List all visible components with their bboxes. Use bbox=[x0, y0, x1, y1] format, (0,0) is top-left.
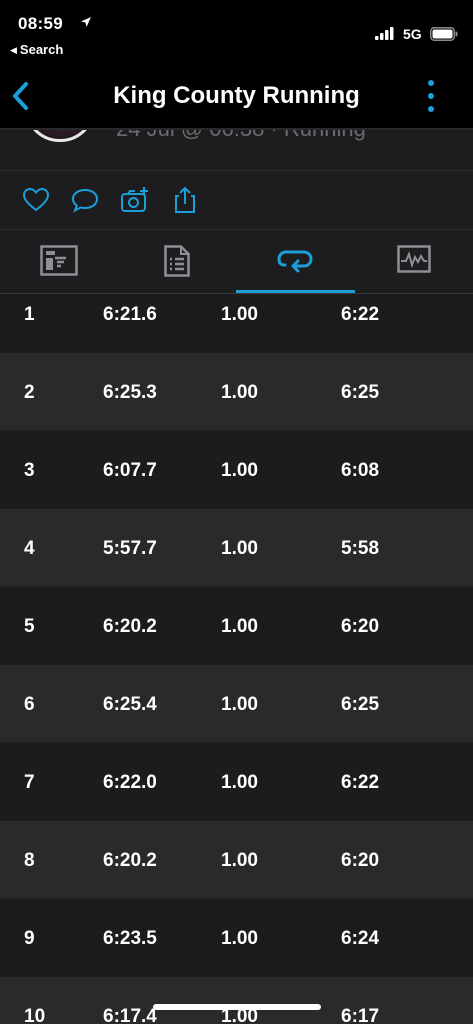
lap-time: 5:57.7 bbox=[103, 538, 157, 559]
lap-number: 4 bbox=[24, 538, 35, 559]
lap-time: 6:20.2 bbox=[103, 850, 157, 871]
chart-pulse-icon bbox=[397, 245, 431, 273]
lap-time: 6:21.6 bbox=[103, 304, 157, 325]
status-time: 08:59 bbox=[18, 14, 63, 33]
social-actions-bar bbox=[0, 171, 473, 230]
lap-pace: 5:58 bbox=[341, 538, 380, 559]
tab-overview[interactable] bbox=[0, 230, 118, 293]
lap-distance: 1.00 bbox=[221, 304, 258, 325]
lap-number: 5 bbox=[24, 616, 35, 637]
location-arrow-icon bbox=[81, 17, 91, 27]
lap-pace: 6:22 bbox=[341, 772, 380, 793]
lap-pace: 6:25 bbox=[341, 382, 380, 403]
lap-row[interactable]: 7 6:22.0 1.00 6:22 bbox=[0, 743, 473, 821]
lap-distance: 1.00 bbox=[221, 850, 258, 871]
lap-number: 6 bbox=[24, 694, 35, 715]
lap-time: 6:22.0 bbox=[103, 772, 157, 793]
document-icon bbox=[164, 245, 190, 277]
lap-row[interactable]: 8 6:20.2 1.00 6:20 bbox=[0, 821, 473, 899]
laps-list: 1 6:21.6 1.00 6:22 2 6:25.3 1.00 6:25 3 6:07.7 1.0… bbox=[0, 294, 473, 1024]
lap-time: 6:17.4 bbox=[103, 1006, 157, 1024]
like-icon[interactable] bbox=[21, 185, 51, 215]
lap-row[interactable]: 1 6:21.6 1.00 6:22 bbox=[0, 294, 473, 353]
lap-distance: 1.00 bbox=[221, 460, 258, 481]
back-triangle-icon: ◀ bbox=[10, 45, 17, 55]
lap-pace: 6:22 bbox=[341, 304, 380, 325]
lap-row[interactable]: 2 6:25.3 1.00 6:25 bbox=[0, 353, 473, 431]
lap-pace: 6:08 bbox=[341, 460, 380, 481]
activity-screen: 08:59 ◀ Search 5G King County Running 1 … bbox=[0, 0, 473, 1024]
lap-number: 2 bbox=[24, 382, 35, 403]
lap-row[interactable]: 3 6:07.7 1.00 6:08 bbox=[0, 431, 473, 509]
lap-row[interactable]: 5 6:20.2 1.00 6:20 bbox=[0, 587, 473, 665]
navigation-bar: King County Running bbox=[0, 64, 473, 130]
page-title: King County Running bbox=[113, 82, 360, 109]
lap-number: 7 bbox=[24, 772, 35, 793]
tab-charts[interactable] bbox=[355, 230, 473, 293]
overview-icon bbox=[40, 245, 78, 276]
lap-number: 10 bbox=[24, 1006, 46, 1024]
lap-pace: 6:17 bbox=[341, 1006, 380, 1024]
lap-row[interactable]: 6 6:25.4 1.00 6:25 bbox=[0, 665, 473, 743]
lap-time: 6:25.3 bbox=[103, 382, 157, 403]
comment-icon[interactable] bbox=[70, 185, 100, 215]
lap-time: 6:25.4 bbox=[103, 694, 157, 715]
avatar[interactable] bbox=[24, 130, 96, 142]
lap-time: 6:07.7 bbox=[103, 460, 157, 481]
activity-meta: 24 Jul @ 06:38 · Running bbox=[116, 130, 366, 142]
lap-number: 3 bbox=[24, 460, 35, 481]
lap-pace: 6:20 bbox=[341, 616, 380, 637]
home-indicator bbox=[153, 1004, 321, 1010]
lap-number: 1 bbox=[24, 304, 35, 325]
more-options-icon[interactable] bbox=[424, 78, 438, 114]
lap-distance: 1.00 bbox=[221, 616, 258, 637]
back-search-label: Search bbox=[19, 42, 64, 57]
activity-tabs bbox=[0, 230, 473, 294]
back-to-search-link[interactable]: ◀ Search bbox=[10, 42, 63, 57]
tab-details[interactable] bbox=[118, 230, 236, 293]
share-icon[interactable] bbox=[170, 185, 200, 215]
add-photo-icon[interactable] bbox=[120, 185, 150, 215]
laps-loop-icon bbox=[277, 250, 313, 273]
tab-laps[interactable] bbox=[236, 230, 354, 293]
status-bar: 08:59 ◀ Search 5G bbox=[0, 0, 473, 64]
lap-distance: 1.00 bbox=[221, 928, 258, 949]
lap-number: 9 bbox=[24, 928, 35, 949]
activity-header: 24 Jul @ 06:38 · Running bbox=[0, 130, 473, 171]
lap-time: 6:20.2 bbox=[103, 616, 157, 637]
lap-row[interactable]: 10 6:17.4 1.00 6:17 bbox=[0, 977, 473, 1024]
lap-distance: 1.00 bbox=[221, 772, 258, 793]
network-type: 5G bbox=[403, 26, 422, 42]
lap-distance: 1.00 bbox=[221, 694, 258, 715]
lap-row[interactable]: 4 5:57.7 1.00 5:58 bbox=[0, 509, 473, 587]
battery-icon bbox=[430, 27, 458, 41]
lap-distance: 1.00 bbox=[221, 538, 258, 559]
selected-tab-indicator bbox=[236, 290, 355, 293]
lap-number: 8 bbox=[24, 850, 35, 871]
lap-pace: 6:24 bbox=[341, 928, 380, 949]
lap-pace: 6:20 bbox=[341, 850, 380, 871]
lap-distance: 1.00 bbox=[221, 382, 258, 403]
lap-time: 6:23.5 bbox=[103, 928, 157, 949]
lap-row[interactable]: 9 6:23.5 1.00 6:24 bbox=[0, 899, 473, 977]
lap-pace: 6:25 bbox=[341, 694, 380, 715]
cellular-signal-icon bbox=[375, 27, 394, 40]
